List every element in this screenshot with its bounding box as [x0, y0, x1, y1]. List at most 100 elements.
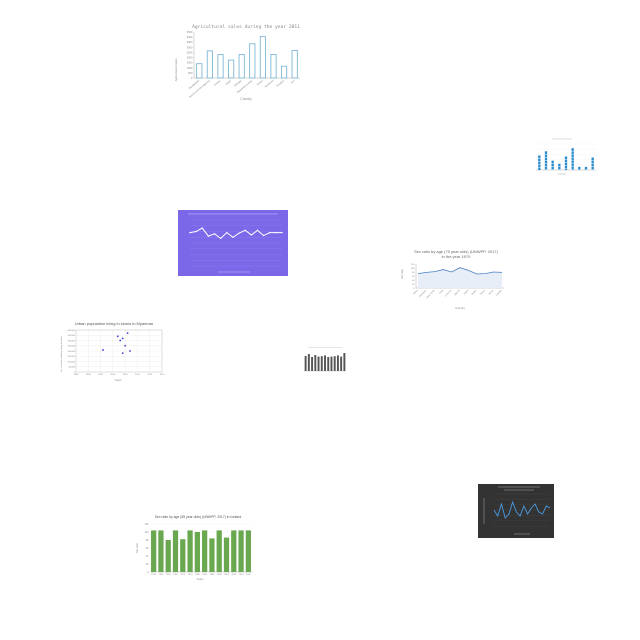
chart-title: Sex ratio by age (55 year olds) (UNWPP, …: [155, 515, 242, 519]
data-point: [232, 236, 234, 238]
x-tick-label: Comoros: [444, 288, 453, 297]
y-tick-label: 3000: [187, 45, 193, 49]
sex-ratio-70-svg: Sex ratio by age (70 year olds) (UNWPP, …: [400, 249, 504, 310]
x-axis-label: Years: [196, 577, 204, 581]
bar: [223, 537, 230, 572]
x-axis-label: Country: [455, 306, 465, 310]
x-tick-label: Djibouti: [453, 289, 461, 297]
data-point: [121, 337, 124, 340]
agricultural-sales-svg: Agricultural sales during the year 2011 …: [174, 24, 300, 101]
y-tick-label: 20: [412, 284, 415, 286]
data-point: [250, 234, 253, 236]
bar: [180, 539, 186, 572]
y-tick-label: 0: [147, 572, 149, 574]
y-tick-label: 120: [145, 524, 150, 526]
y-axis-label: Sex ratio: [400, 268, 404, 279]
y-tick-label: 40: [146, 556, 149, 558]
x-axis-label: Country: [240, 97, 252, 101]
data-point: [126, 332, 129, 335]
data-point: [129, 350, 131, 352]
myanmar-slums-svg: Urban population living in slums in Myan…: [60, 321, 165, 382]
data-point: [124, 344, 127, 347]
bar: [196, 63, 203, 79]
bar: [311, 357, 314, 371]
sex-ratio-55-chart: Sex ratio by age (55 year olds) (UNWPP, …: [134, 512, 256, 582]
blue-bar-chart: [528, 136, 598, 178]
data-point: [195, 230, 197, 233]
bar: [340, 356, 343, 371]
y-tick-label: 1000: [187, 66, 193, 70]
y-tick-label: 2500000: [68, 346, 75, 348]
bar: [158, 530, 164, 572]
y-tick-label: 2000: [187, 56, 193, 60]
bar: [270, 54, 277, 79]
x-tick-label: Iran: [290, 79, 296, 84]
x-tick-label: 1990: [86, 374, 92, 376]
gray-bar-chart: [300, 346, 350, 374]
x-tick-label: Ghana: [480, 289, 487, 296]
x-tick-label: Bosnia and Herzegovina: [189, 79, 211, 98]
gray-bar-svg: [304, 347, 346, 372]
y-tick-label: 4000: [187, 35, 193, 39]
y-tick-label: 4000000: [68, 330, 75, 332]
x-tick-label: 1975: [188, 574, 194, 576]
data-point: [213, 233, 216, 235]
bar: [304, 356, 307, 371]
y-tick-label: 1500000: [68, 356, 75, 358]
purple-line-chart: [178, 210, 288, 276]
data-point: [262, 234, 265, 237]
bar: [343, 353, 346, 371]
y-tick-label: 3500: [187, 40, 193, 44]
x-tick-label: 1995: [217, 574, 223, 576]
agricultural-sales-chart: Agricultural sales during the year 2011 …: [172, 20, 304, 102]
bar: [291, 49, 298, 79]
bar: [202, 530, 208, 572]
x-tick-label: Gabon: [471, 289, 478, 296]
myanmar-slums-chart: Urban population living in slums in Myan…: [58, 318, 166, 384]
bar: [249, 43, 256, 79]
y-tick-label: 80: [146, 540, 149, 542]
bar: [317, 356, 320, 371]
chart-title: Urban population living in slums in Myan…: [75, 321, 154, 326]
bar: [333, 356, 336, 371]
x-tick-label: 1985: [74, 374, 80, 376]
bar: [551, 160, 554, 170]
x-tick-label: Ethiopia: [234, 79, 243, 87]
x-tick-label: Benin: [413, 289, 419, 295]
bar: [151, 530, 157, 572]
series-area: [418, 267, 502, 288]
y-tick-label: 1500: [187, 61, 193, 65]
bar: [314, 355, 317, 371]
bar: [209, 538, 215, 572]
y-tick-label: 100: [145, 532, 150, 534]
bar: [206, 50, 214, 79]
data-point: [121, 352, 124, 354]
y-tick-label: 2500: [187, 50, 193, 54]
chart-subtitle: in the year 1970: [442, 254, 471, 259]
y-tick-label: 20: [146, 564, 149, 566]
bar: [172, 530, 179, 572]
data-point: [102, 349, 104, 351]
x-tick-label: Croatia: [213, 79, 221, 87]
x-tick-label: 1970: [180, 574, 186, 576]
data-point: [116, 335, 119, 338]
bar: [216, 530, 222, 572]
dark-line-svg: [478, 484, 554, 538]
x-tick-label: Chad: [439, 289, 445, 295]
x-tick-label: Hungary: [276, 79, 285, 88]
x-tick-label: 1985: [202, 574, 208, 576]
bar: [324, 355, 326, 371]
bar: [245, 530, 251, 572]
data-point: [269, 231, 271, 234]
data-point: [238, 232, 240, 234]
bar: [187, 530, 193, 572]
bar: [228, 59, 235, 79]
y-axis-label: Sex ratio: [135, 542, 139, 553]
data-point: [244, 229, 246, 232]
blue-bar-svg: [536, 138, 596, 175]
bar: [238, 54, 245, 79]
y-tick-label: 500: [188, 71, 193, 75]
y-tick-label: 80: [412, 272, 415, 274]
y-tick-label: 3500000: [68, 335, 75, 337]
y-tick-label: 100: [411, 268, 415, 270]
